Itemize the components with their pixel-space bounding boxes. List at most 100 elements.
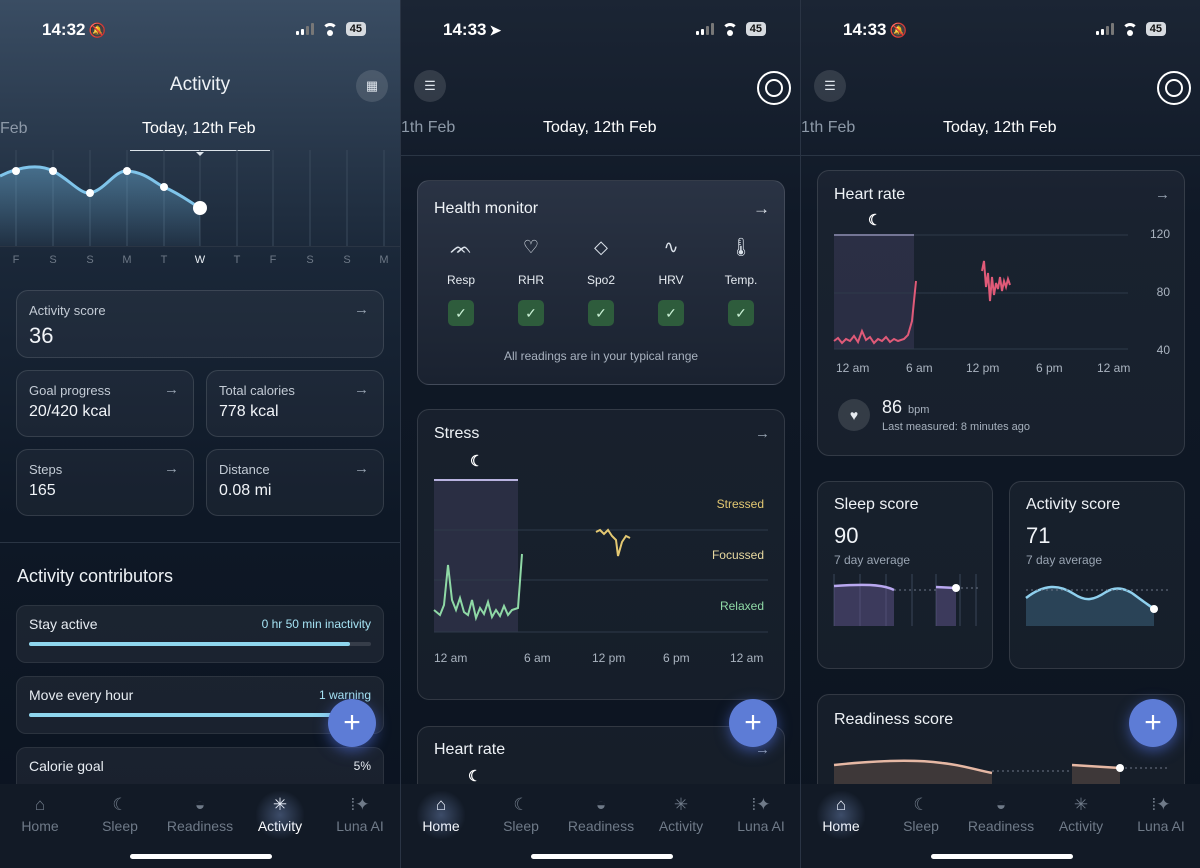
- sparkle-icon: ✳: [673, 795, 689, 814]
- date-selector[interactable]: Feb Today, 12th Feb: [0, 120, 400, 150]
- distance-card[interactable]: Distance → 0.08 mi: [206, 449, 384, 516]
- date-current[interactable]: Today, 12th Feb: [943, 119, 1057, 137]
- date-prev[interactable]: 1th Feb: [401, 119, 455, 137]
- nav-sleep[interactable]: ☾ Sleep: [481, 794, 561, 834]
- menu-button[interactable]: ☰: [814, 70, 846, 102]
- contributor-stay-active[interactable]: Stay active 0 hr 50 min inactivity: [16, 605, 384, 663]
- nav-readiness[interactable]: ◒ Readiness: [561, 794, 641, 834]
- metric-label: Spo2: [586, 273, 616, 287]
- moon-icon: ☾: [470, 453, 484, 470]
- date-selector[interactable]: 1th Feb Today, 12th Feb: [401, 119, 800, 149]
- status-time: 14:33 ➤: [443, 20, 502, 39]
- metric-label: Temp.: [724, 273, 758, 287]
- stress-card[interactable]: Stress → ☾ Stressed Focussed Relaxed 12 …: [417, 409, 785, 700]
- status-bar: 14:33 🔕 45: [801, 18, 1200, 42]
- nav-activity[interactable]: ✳Activity: [1041, 794, 1121, 834]
- score-sub: 7 day average: [1026, 553, 1103, 567]
- nav-home[interactable]: ⌂Home: [801, 790, 881, 840]
- heart-rate-card[interactable]: Heart rate → ☾ 120 80 40 12 am 6 am 12 p…: [817, 170, 1185, 456]
- weekday-label: S: [343, 254, 351, 266]
- score-value: 90: [834, 523, 859, 548]
- health-monitor-card[interactable]: Health monitor → ᨏ ♡ ◇ ∿ 🌡 Resp RHR Spo2…: [417, 180, 785, 385]
- card-title: Readiness score: [834, 711, 954, 728]
- status-time: 14:32 🔕: [42, 20, 106, 39]
- card-value: 20/420 kcal: [29, 403, 111, 420]
- nav-readiness[interactable]: ◒ Readiness: [160, 794, 240, 834]
- home-indicator: [531, 854, 673, 859]
- activity-score-card[interactable]: Activity score → 36: [16, 290, 384, 358]
- add-button[interactable]: +: [328, 699, 376, 747]
- last-measured: Last measured: 8 minutes ago: [882, 421, 1030, 433]
- nav-luna-ai[interactable]: ⁞✦ Luna AI: [721, 794, 800, 834]
- nav-activity[interactable]: ✳Activity: [240, 790, 320, 840]
- goal-progress-card[interactable]: Goal progress → 20/420 kcal: [16, 370, 194, 437]
- status-bar: 14:32 🔕 45: [0, 18, 400, 42]
- calendar-button[interactable]: ▦: [356, 70, 388, 102]
- nav-home[interactable]: ⌂Home: [0, 794, 80, 834]
- wifi-icon: [1121, 23, 1138, 36]
- add-button[interactable]: +: [729, 699, 777, 747]
- date-current[interactable]: Today, 12th Feb: [142, 120, 256, 138]
- battery-icon: 45: [345, 22, 366, 36]
- calendar-icon: ▦: [365, 78, 379, 93]
- moon-icon: ☾: [913, 795, 929, 814]
- steps-card[interactable]: Steps → 165: [16, 449, 194, 516]
- card-title: Stress: [434, 425, 480, 442]
- weekday-label: T: [160, 254, 168, 266]
- metric-label: Resp: [446, 273, 475, 287]
- sleep-score-card[interactable]: Sleep score 90 7 day average: [817, 481, 993, 669]
- check-icon: ✓: [518, 300, 544, 326]
- heart-rate-chart: [833, 234, 1128, 350]
- nav-readiness[interactable]: ◒ Readiness: [961, 794, 1041, 834]
- date-prev[interactable]: 1th Feb: [801, 119, 855, 137]
- card-title: Sleep score: [834, 496, 919, 513]
- check-icon: ✓: [588, 300, 614, 326]
- sparkle-icon: ✳: [1073, 795, 1089, 814]
- y-tick: 120: [1149, 227, 1170, 241]
- status-time: 14:33 🔕: [843, 20, 907, 39]
- menu-button[interactable]: ☰: [414, 70, 446, 102]
- x-tick: 12 pm: [966, 361, 1000, 375]
- home-screen-health: 14:33 ➤ 45 ☰ 1th Feb Today, 12th Feb Heal…: [401, 0, 800, 868]
- card-label: Total calories: [219, 383, 295, 398]
- nav-sleep[interactable]: ☾ Sleep: [80, 794, 160, 834]
- date-current[interactable]: Today, 12th Feb: [543, 119, 657, 137]
- weekly-activity-chart[interactable]: [0, 150, 400, 250]
- status-bar: 14:33 ➤ 45: [401, 18, 800, 42]
- add-button[interactable]: +: [1129, 699, 1177, 747]
- arrow-right-icon: →: [755, 425, 770, 442]
- nav-luna-ai[interactable]: ⁞✦ Luna AI: [1121, 794, 1200, 834]
- card-value: 0.08 mi: [219, 482, 272, 499]
- thermometer-icon: 🌡: [729, 237, 753, 257]
- x-tick: 6 am: [906, 361, 933, 375]
- progress-fill: [29, 642, 351, 646]
- home-icon: ⌂: [34, 795, 46, 814]
- nav-luna-ai[interactable]: ⁞✦ Luna AI: [320, 794, 400, 834]
- weekday-label: T: [233, 254, 241, 266]
- activity-score-card[interactable]: Activity score 71 7 day average: [1009, 481, 1185, 669]
- y-tick: 80: [1156, 285, 1170, 299]
- date-selector[interactable]: 1th Feb Today, 12th Feb: [801, 119, 1200, 149]
- score-sub: 7 day average: [834, 553, 911, 567]
- check-icon: ✓: [658, 300, 684, 326]
- total-calories-card[interactable]: Total calories → 778 kcal: [206, 370, 384, 437]
- contributor-name: Move every hour: [29, 687, 134, 703]
- contributor-name: Stay active: [29, 616, 98, 632]
- arrow-right-icon: →: [354, 460, 369, 477]
- battery-icon: 45: [745, 22, 766, 36]
- weekday-label: S: [306, 254, 314, 266]
- bell-muted-icon: 🔕: [889, 22, 907, 38]
- plus-icon: +: [343, 706, 361, 739]
- sleep-trend-chart: [833, 574, 978, 626]
- card-label: Steps: [29, 462, 63, 477]
- sunrise-icon: ◒: [595, 795, 607, 814]
- heart-down-icon: ♡: [522, 237, 540, 257]
- ring-button[interactable]: [757, 71, 791, 105]
- nav-activity[interactable]: ✳Activity: [641, 794, 721, 834]
- nav-sleep[interactable]: ☾ Sleep: [881, 794, 961, 834]
- card-value: 165: [29, 482, 56, 499]
- nav-home[interactable]: ⌂Home: [401, 790, 481, 840]
- x-tick: 12 am: [434, 651, 468, 665]
- ring-button[interactable]: [1157, 71, 1191, 105]
- date-prev[interactable]: Feb: [0, 120, 28, 138]
